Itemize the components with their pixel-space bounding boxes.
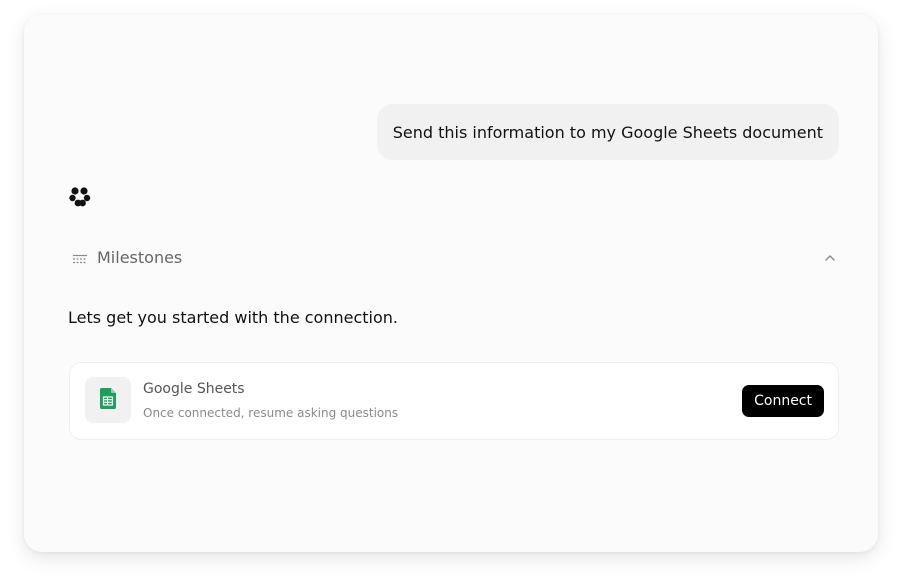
chat-panel: Send this information to my Google Sheet… (24, 15, 878, 552)
assistant-message: Lets get you started with the connection… (68, 308, 398, 327)
milestones-icon (72, 251, 88, 264)
integration-card: Google Sheets Once connected, resume ask… (69, 362, 839, 440)
app-icon-container (85, 377, 131, 423)
user-message-bubble: Send this information to my Google Sheet… (376, 104, 839, 160)
app-subtitle: Once connected, resume asking questions (143, 406, 399, 420)
chevron-up-icon[interactable] (823, 250, 837, 264)
milestones-toggle[interactable]: Milestones (72, 245, 837, 269)
bot-logo-icon (69, 187, 91, 207)
app-name: Google Sheets (143, 381, 245, 397)
google-sheets-icon (100, 387, 116, 413)
connect-button[interactable]: Connect (742, 385, 824, 417)
user-message-text: Send this information to my Google Sheet… (392, 122, 823, 142)
milestones-label: Milestones (97, 247, 183, 267)
